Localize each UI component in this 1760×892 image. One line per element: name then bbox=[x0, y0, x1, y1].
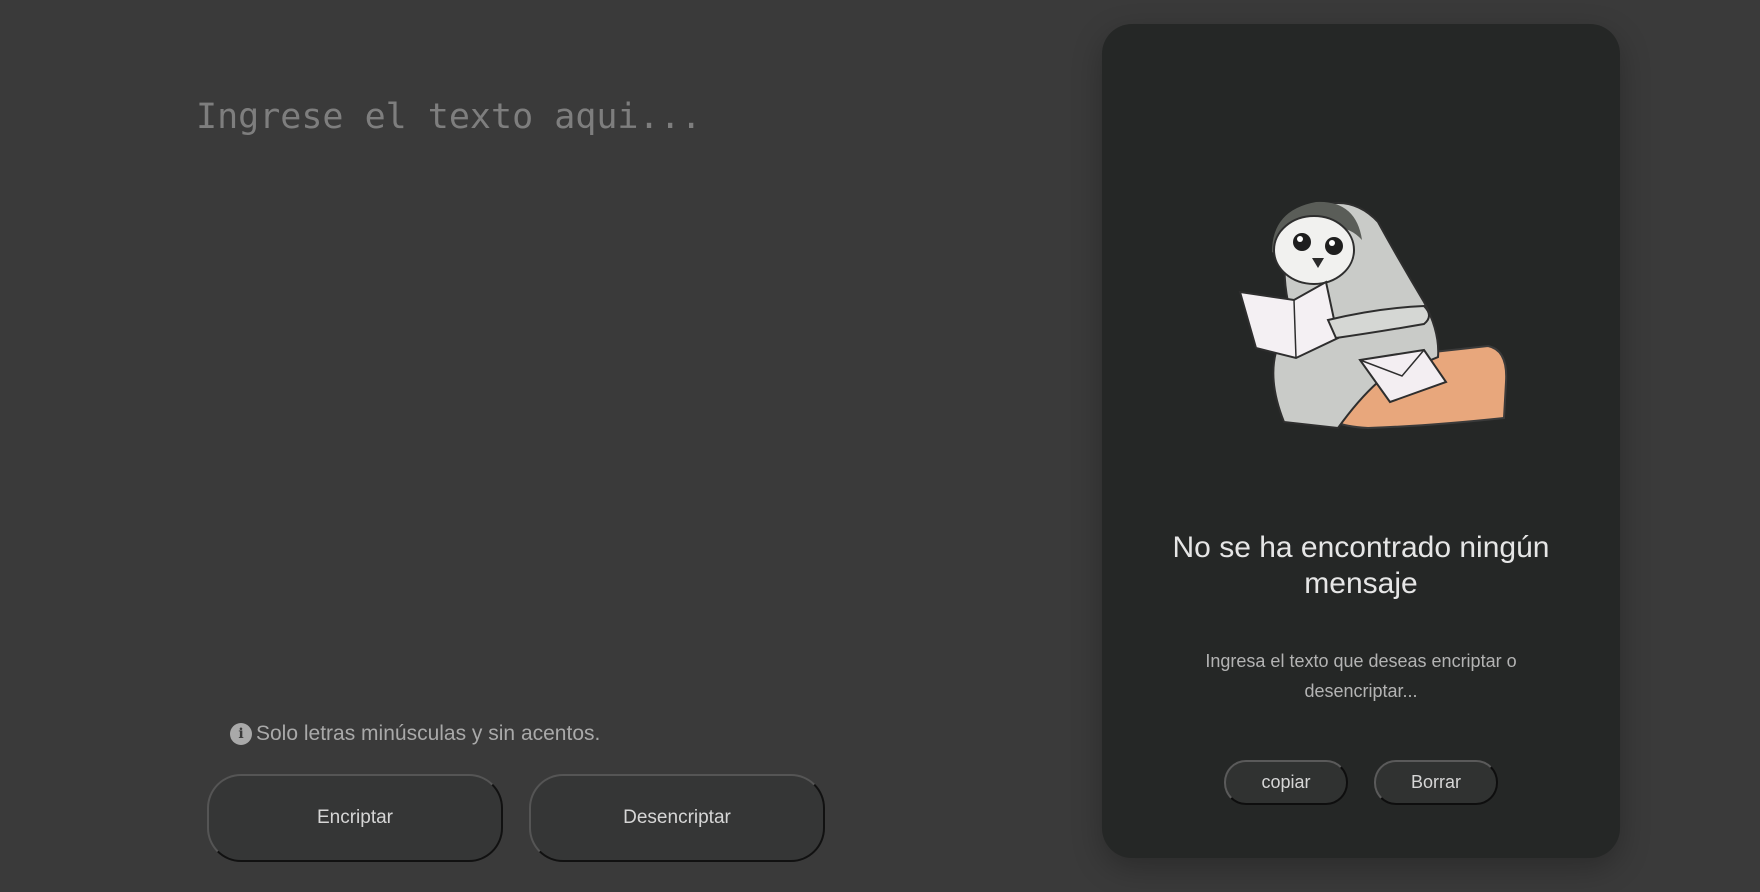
info-icon: i bbox=[230, 723, 252, 745]
empty-state-description: Ingresa el texto que deseas encriptar o … bbox=[1205, 651, 1517, 701]
result-panel: No se ha encontrado ningún mensaje Ingre… bbox=[1102, 24, 1620, 858]
copy-button[interactable]: copiar bbox=[1224, 760, 1348, 805]
empty-state-title: No se ha encontrado ningún mensaje bbox=[1172, 531, 1550, 600]
encryptor-app: i Solo letras minúsculas y sin acentos. … bbox=[0, 0, 1760, 892]
hint-text: Solo letras minúsculas y sin acentos. bbox=[256, 722, 601, 745]
message-input[interactable] bbox=[196, 95, 1016, 655]
input-hint: i Solo letras minúsculas y sin acentos. bbox=[230, 722, 600, 746]
decrypt-button[interactable]: Desencriptar bbox=[529, 774, 825, 862]
encrypt-button[interactable]: Encriptar bbox=[207, 774, 503, 862]
clear-button[interactable]: Borrar bbox=[1374, 760, 1498, 805]
penguin-illustration bbox=[1238, 201, 1508, 430]
